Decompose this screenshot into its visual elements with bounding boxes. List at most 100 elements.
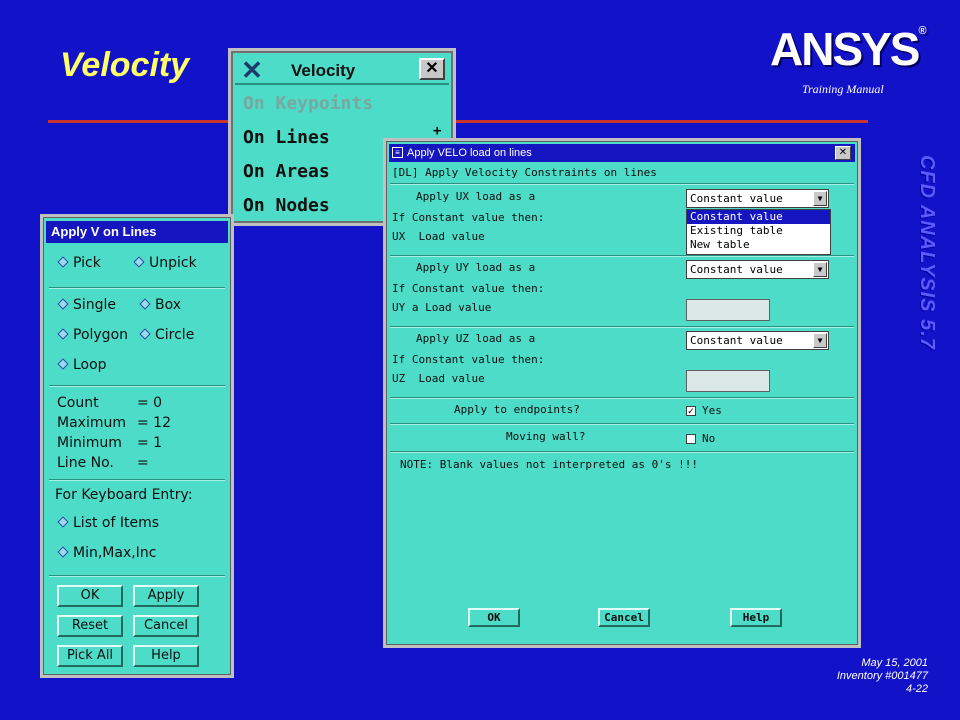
velocity-menu-close-button[interactable]: ✕ xyxy=(419,58,445,80)
blank-values-note: NOTE: Blank values not interpreted as 0'… xyxy=(400,458,699,471)
apply-endpoints-checkbox[interactable]: ✓ xyxy=(686,406,696,416)
ux-load-value-label: UX Load value xyxy=(392,230,485,243)
radio-loop[interactable]: Loop xyxy=(57,357,107,373)
menu-item-on-keypoints[interactable]: On Keypoints xyxy=(243,93,373,114)
apply-velo-dialog: ≡ Apply VELO load on lines ✕ [DL] Apply … xyxy=(383,138,861,648)
radio-polygon-label: Polygon xyxy=(73,327,129,343)
uz-load-value-label: UZ Load value xyxy=(392,372,485,385)
radio-diamond-icon xyxy=(133,256,145,268)
moving-wall-label: Moving wall? xyxy=(506,430,586,443)
dialog-separator xyxy=(390,255,854,257)
ansys-logo: ANSYS® xyxy=(770,25,927,73)
side-caption: CFD ANALYSIS 5.7 xyxy=(916,155,938,350)
dropdown-option-new-table[interactable]: New table xyxy=(687,238,830,252)
radio-diamond-icon xyxy=(57,328,69,340)
maximum-row: Maximum = 12 xyxy=(57,415,171,431)
picker-apply-button[interactable]: Apply xyxy=(133,585,199,607)
count-row: Count = 0 xyxy=(57,395,162,411)
dialog-separator xyxy=(390,397,854,399)
menu-item-on-lines-label: On Lines xyxy=(243,127,330,148)
chevron-down-icon: ▼ xyxy=(813,262,827,277)
radio-pick-label: Pick xyxy=(73,255,101,271)
ux-load-type-label: Apply UX load as a xyxy=(416,190,536,203)
radio-circle[interactable]: Circle xyxy=(139,327,194,343)
footer-date: May 15, 2001 xyxy=(861,657,928,669)
picker-separator xyxy=(49,385,225,387)
dialog-ok-button[interactable]: OK xyxy=(468,608,520,627)
picker-help-button[interactable]: Help xyxy=(133,645,199,667)
radio-diamond-icon xyxy=(57,256,69,268)
expand-marker-icon: + xyxy=(433,123,442,139)
radio-unpick[interactable]: Unpick xyxy=(133,255,197,271)
uz-load-type-label: Apply UZ load as a xyxy=(416,332,536,345)
radio-box[interactable]: Box xyxy=(139,297,181,313)
ux-if-constant-label: If Constant value then: xyxy=(392,211,545,224)
keyboard-entry-label: For Keyboard Entry: xyxy=(55,487,193,503)
apply-endpoints-value: Yes xyxy=(702,404,722,417)
radio-diamond-icon xyxy=(57,546,69,558)
radio-pick[interactable]: Pick xyxy=(57,255,101,271)
dialog-title: Apply VELO load on lines xyxy=(407,147,532,159)
moving-wall-checkbox[interactable] xyxy=(686,434,696,444)
training-manual-label: Training Manual xyxy=(802,82,884,96)
picker-cancel-button[interactable]: Cancel xyxy=(133,615,199,637)
footer-page: 4-22 xyxy=(905,683,928,695)
dialog-separator xyxy=(390,326,854,328)
velocity-menu-title: Velocity xyxy=(291,61,356,80)
maximum-value: = 12 xyxy=(137,415,171,431)
ux-selected-value: Constant value xyxy=(690,192,783,205)
menu-item-on-nodes[interactable]: On Nodes xyxy=(243,195,330,216)
uz-load-value-input[interactable] xyxy=(686,370,770,392)
dialog-close-button[interactable]: ✕ xyxy=(835,146,851,160)
dropdown-option-existing-table[interactable]: Existing table xyxy=(687,224,830,238)
radio-min-max-inc-label: Min,Max,Inc xyxy=(73,545,157,561)
minimum-value: = 1 xyxy=(137,435,163,451)
radio-diamond-icon xyxy=(139,328,151,340)
uy-if-constant-label: If Constant value then: xyxy=(392,282,545,295)
uy-selected-value: Constant value xyxy=(690,263,783,276)
radio-min-max-inc[interactable]: Min,Max,Inc xyxy=(57,545,157,561)
maximum-label: Maximum xyxy=(57,415,126,431)
window-menu-icon[interactable]: ≡ xyxy=(392,147,403,158)
uz-load-type-select[interactable]: Constant value ▼ xyxy=(686,331,829,350)
apply-v-on-lines-picker: Apply V on Lines Pick Unpick Single Box … xyxy=(40,214,234,678)
minimum-row: Minimum = 1 xyxy=(57,435,162,451)
radio-diamond-icon xyxy=(57,516,69,528)
x-logo-icon: ✕ xyxy=(241,55,263,85)
dialog-titlebar: ≡ Apply VELO load on lines ✕ xyxy=(389,144,855,162)
dropdown-option-constant-value[interactable]: Constant value xyxy=(687,210,830,224)
moving-wall-value: No xyxy=(702,432,716,445)
picker-ok-button[interactable]: OK xyxy=(57,585,123,607)
radio-list-of-items[interactable]: List of Items xyxy=(57,515,159,531)
radio-unpick-label: Unpick xyxy=(149,255,197,271)
picker-pick-all-button[interactable]: Pick All xyxy=(57,645,123,667)
ux-load-type-dropdown: Constant value Existing table New table xyxy=(686,209,831,255)
count-label: Count xyxy=(57,395,99,411)
ux-load-type-select[interactable]: Constant value ▼ xyxy=(686,189,829,208)
picker-separator xyxy=(49,479,225,481)
picker-reset-button[interactable]: Reset xyxy=(57,615,123,637)
line-no-label: Line No. xyxy=(57,455,114,471)
radio-diamond-icon xyxy=(57,358,69,370)
line-no-row: Line No. = xyxy=(57,455,149,471)
menu-item-on-lines[interactable]: On Lines + xyxy=(243,123,441,148)
logo-registered-mark: ® xyxy=(918,25,927,37)
dialog-cancel-button[interactable]: Cancel xyxy=(598,608,650,627)
radio-polygon[interactable]: Polygon xyxy=(57,327,129,343)
uy-load-value-input[interactable] xyxy=(686,299,770,321)
dialog-help-button[interactable]: Help xyxy=(730,608,782,627)
minimum-label: Minimum xyxy=(57,435,122,451)
count-value: = 0 xyxy=(137,395,163,411)
uy-load-value-label: UY a Load value xyxy=(392,301,492,314)
picker-separator xyxy=(49,287,225,289)
radio-loop-label: Loop xyxy=(73,357,107,373)
uy-load-type-select[interactable]: Constant value ▼ xyxy=(686,260,829,279)
dialog-heading: [DL] Apply Velocity Constraints on lines xyxy=(392,166,657,179)
slide-footer: May 15, 2001 Inventory #001477 4-22 xyxy=(837,657,928,696)
radio-single[interactable]: Single xyxy=(57,297,117,313)
uz-if-constant-label: If Constant value then: xyxy=(392,353,545,366)
dialog-separator xyxy=(390,183,854,185)
menu-item-on-areas[interactable]: On Areas xyxy=(243,161,330,182)
radio-single-label: Single xyxy=(73,297,117,313)
radio-diamond-icon xyxy=(139,298,151,310)
